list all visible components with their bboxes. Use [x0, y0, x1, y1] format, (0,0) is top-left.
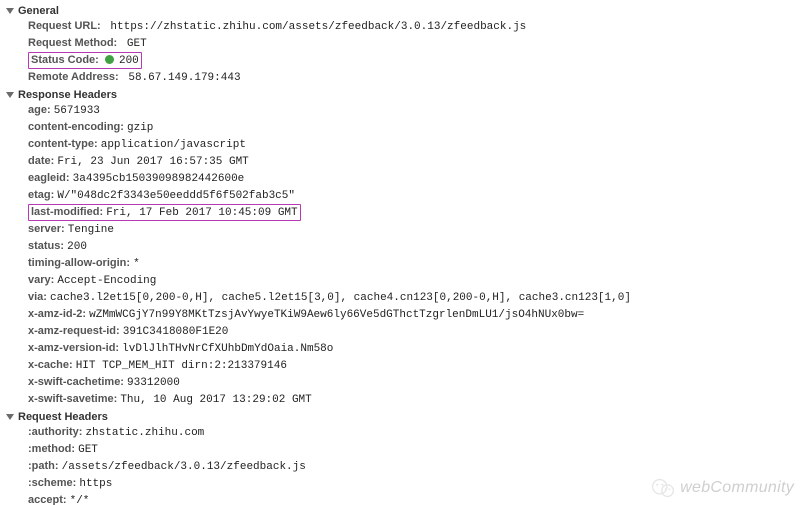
header-value[interactable]: */*	[70, 495, 90, 505]
header-row: date: Fri, 23 Jun 2017 16:57:35 GMT	[28, 153, 796, 170]
row-request-method: Request Method: GET	[28, 35, 796, 52]
header-key: x-amz-id-2:	[28, 308, 86, 320]
header-row: content-type: application/javascript	[28, 136, 796, 153]
header-row: :authority: zhstatic.zhihu.com	[28, 424, 796, 441]
status-code-highlight: Status Code: 200	[28, 52, 142, 69]
header-row: :method: GET	[28, 441, 796, 458]
header-value[interactable]: Tengine	[68, 224, 114, 236]
value[interactable]: 200	[119, 55, 139, 67]
value[interactable]: https://zhstatic.zhihu.com/assets/zfeedb…	[104, 21, 526, 33]
header-row: age: 5671933	[28, 102, 796, 119]
label: Request Method:	[28, 37, 117, 49]
header-value[interactable]: application/javascript	[101, 139, 246, 151]
header-value[interactable]: wZMmWCGjY7n99Y8MKtTzsjAvYwyeTKiW9Aew6ly6…	[89, 309, 584, 321]
label: Status Code:	[31, 54, 99, 66]
label: Request URL:	[28, 20, 101, 32]
status-dot-icon	[105, 55, 114, 64]
section-general-title: General	[18, 5, 59, 17]
header-row: x-swift-cachetime: 93312000	[28, 374, 796, 391]
header-row: eagleid: 3a4395cb15039098982442600e	[28, 170, 796, 187]
header-row: content-encoding: gzip	[28, 119, 796, 136]
general-rows: Request URL: https://zhstatic.zhihu.com/…	[6, 18, 796, 86]
label: Remote Address:	[28, 71, 119, 83]
header-key: date:	[28, 155, 54, 167]
row-request-url: Request URL: https://zhstatic.zhihu.com/…	[28, 18, 796, 35]
header-value[interactable]: Fri, 23 Jun 2017 16:57:35 GMT	[57, 156, 248, 168]
header-row: :scheme: https	[28, 475, 796, 492]
header-value[interactable]: W/"048dc2f3343e50eeddd5f6f502fab3c5"	[57, 190, 295, 202]
header-key: x-amz-version-id:	[28, 342, 119, 354]
value[interactable]: GET	[120, 38, 146, 50]
header-row: via: cache3.l2et15[0,200-0,H], cache5.l2…	[28, 289, 796, 306]
header-value[interactable]: 200	[67, 241, 87, 253]
row-status-code: Status Code: 200	[28, 52, 796, 69]
section-general-header[interactable]: General	[6, 4, 796, 18]
header-row: last-modified: Fri, 17 Feb 2017 10:45:09…	[28, 204, 796, 221]
header-row: vary: Accept-Encoding	[28, 272, 796, 289]
header-key: eagleid:	[28, 172, 70, 184]
header-value[interactable]: zhstatic.zhihu.com	[85, 427, 204, 439]
header-key: accept:	[28, 494, 67, 505]
chevron-down-icon	[6, 8, 14, 14]
header-key: status:	[28, 240, 64, 252]
header-key: content-type:	[28, 138, 98, 150]
header-row: x-amz-version-id: lvDlJlhTHvNrCfXUhbDmYd…	[28, 340, 796, 357]
header-row: :path: /assets/zfeedback/3.0.13/zfeedbac…	[28, 458, 796, 475]
header-value[interactable]: *	[133, 258, 140, 270]
header-value[interactable]: 93312000	[127, 377, 180, 389]
header-value[interactable]: gzip	[127, 122, 153, 134]
header-row: x-amz-id-2: wZMmWCGjY7n99Y8MKtTzsjAvYwye…	[28, 306, 796, 323]
header-key: :scheme:	[28, 477, 76, 489]
header-row: x-cache: HIT TCP_MEM_HIT dirn:2:21337914…	[28, 357, 796, 374]
response-rows: age: 5671933content-encoding: gzipconten…	[6, 102, 796, 408]
header-value[interactable]: HIT TCP_MEM_HIT dirn:2:213379146	[76, 360, 287, 372]
header-key: :path:	[28, 460, 59, 472]
header-row: x-amz-request-id: 391C3418080F1E20	[28, 323, 796, 340]
header-row: server: Tengine	[28, 221, 796, 238]
section-request-header[interactable]: Request Headers	[6, 410, 796, 424]
chevron-down-icon	[6, 92, 14, 98]
header-key: etag:	[28, 189, 54, 201]
header-value[interactable]: https	[79, 478, 112, 490]
header-key: vary:	[28, 274, 54, 286]
chevron-down-icon	[6, 414, 14, 420]
header-row: timing-allow-origin: *	[28, 255, 796, 272]
section-request-title: Request Headers	[18, 411, 108, 423]
header-value[interactable]: Thu, 10 Aug 2017 13:29:02 GMT	[120, 394, 311, 406]
header-key: x-amz-request-id:	[28, 325, 120, 337]
header-key: x-swift-savetime:	[28, 393, 117, 405]
header-value[interactable]: 391C3418080F1E20	[123, 326, 229, 338]
header-value[interactable]: 5671933	[54, 105, 100, 117]
last-modified-highlight: last-modified: Fri, 17 Feb 2017 10:45:09…	[28, 204, 301, 221]
header-value[interactable]: lvDlJlhTHvNrCfXUhbDmYdOaia.Nm58o	[122, 343, 333, 355]
header-row: accept: */*	[28, 492, 796, 505]
row-remote-address: Remote Address: 58.67.149.179:443	[28, 69, 796, 86]
section-response-header[interactable]: Response Headers	[6, 88, 796, 102]
header-row: etag: W/"048dc2f3343e50eeddd5f6f502fab3c…	[28, 187, 796, 204]
header-key: last-modified:	[31, 206, 103, 218]
header-row: status: 200	[28, 238, 796, 255]
header-key: content-encoding:	[28, 121, 124, 133]
header-value[interactable]: Fri, 17 Feb 2017 10:45:09 GMT	[106, 207, 297, 219]
header-value[interactable]: GET	[78, 444, 98, 456]
header-value[interactable]: 3a4395cb15039098982442600e	[73, 173, 245, 185]
header-key: via:	[28, 291, 47, 303]
header-key: timing-allow-origin:	[28, 257, 130, 269]
headers-panel: General Request URL: https://zhstatic.zh…	[0, 0, 800, 505]
value[interactable]: 58.67.149.179:443	[122, 72, 241, 84]
request-rows: :authority: zhstatic.zhihu.com:method: G…	[6, 424, 796, 505]
header-key: :method:	[28, 443, 75, 455]
header-value[interactable]: /assets/zfeedback/3.0.13/zfeedback.js	[62, 461, 306, 473]
header-key: x-cache:	[28, 359, 73, 371]
header-key: age:	[28, 104, 51, 116]
header-key: x-swift-cachetime:	[28, 376, 124, 388]
header-key: :authority:	[28, 426, 82, 438]
header-value[interactable]: cache3.l2et15[0,200-0,H], cache5.l2et15[…	[50, 292, 631, 304]
header-row: x-swift-savetime: Thu, 10 Aug 2017 13:29…	[28, 391, 796, 408]
section-response-title: Response Headers	[18, 89, 117, 101]
header-key: server:	[28, 223, 65, 235]
header-value[interactable]: Accept-Encoding	[57, 275, 156, 287]
